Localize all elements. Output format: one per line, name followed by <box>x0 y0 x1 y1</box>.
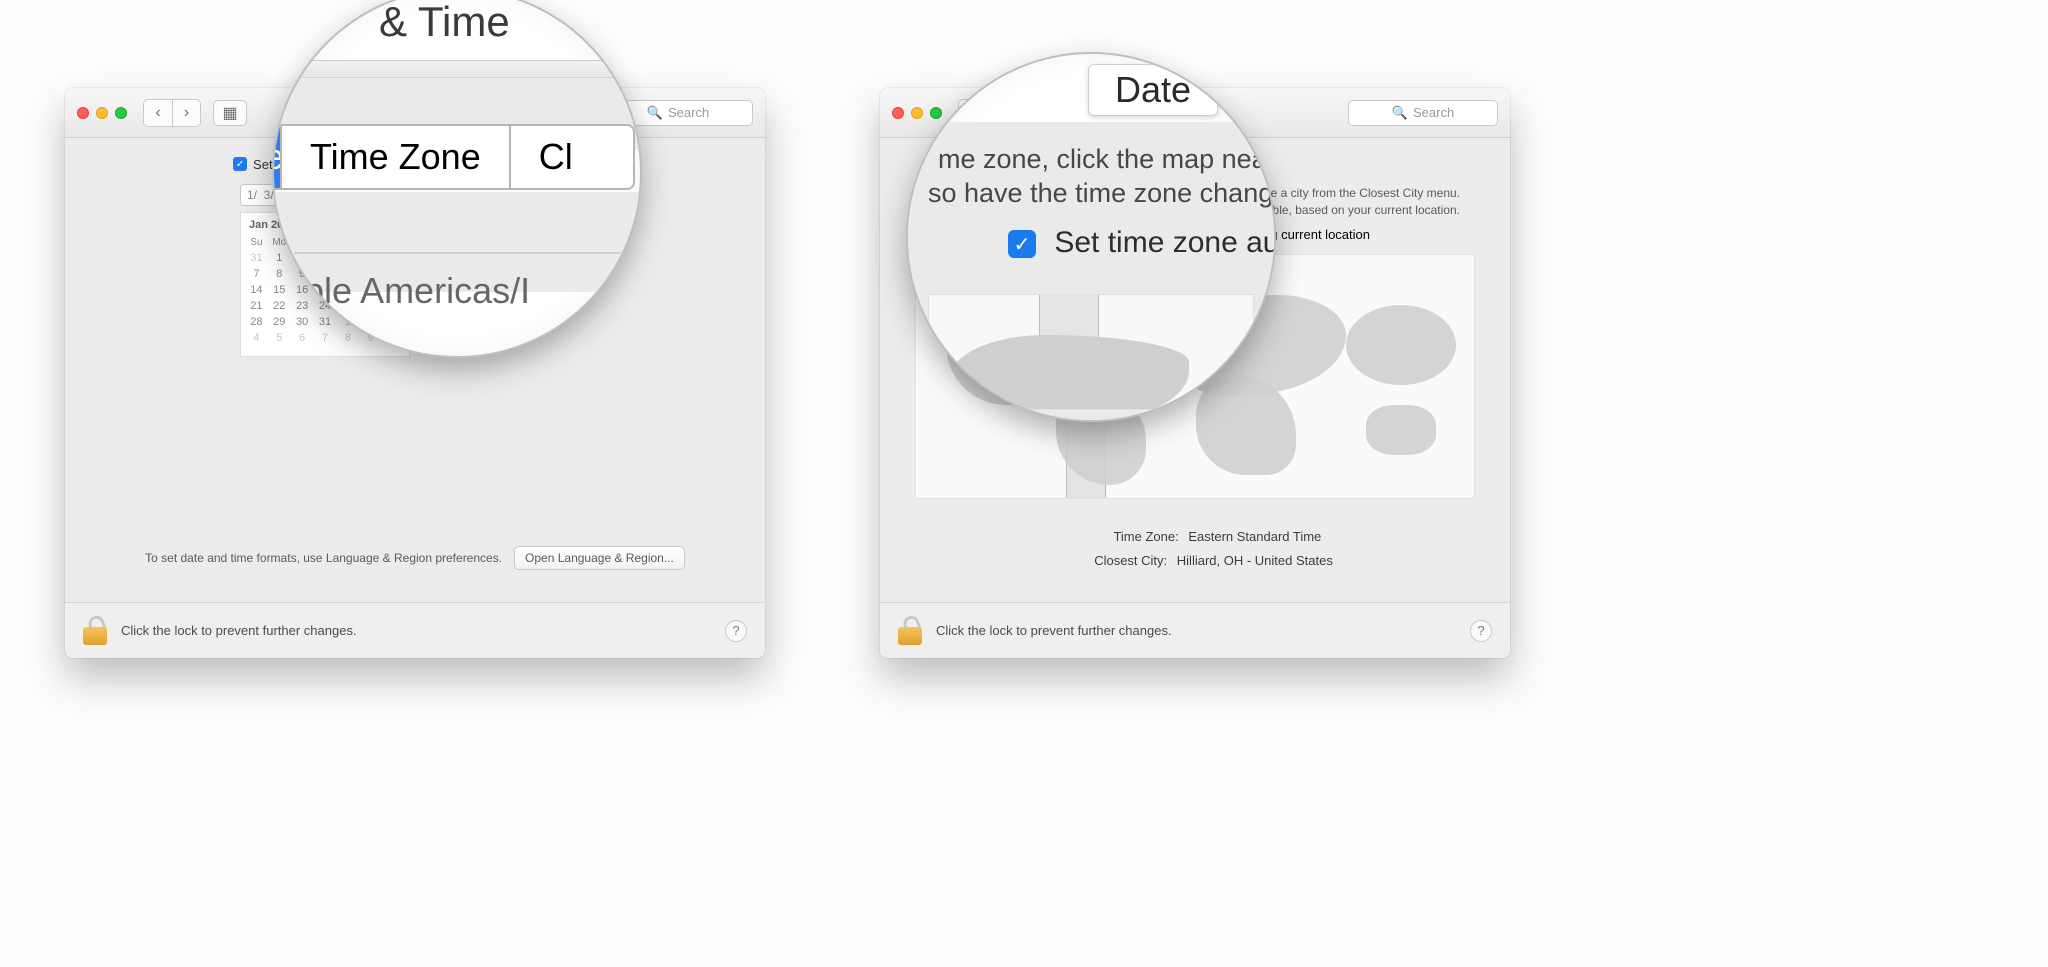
forward-button[interactable]: › <box>172 100 200 126</box>
zoom-set-tz-auto-label: Set time zone auto <box>1054 226 1276 259</box>
magnifier-left: & Time e Time Zone Cl ple Americas/I <box>272 0 642 358</box>
zoom-help-line-1: me zone, click the map near y <box>938 144 1276 175</box>
help-button[interactable]: ? <box>725 620 747 642</box>
search-icon: 🔍 <box>1392 105 1408 121</box>
nav-buttons: ‹ › <box>143 99 201 127</box>
zoom-tab-time-zone[interactable]: Time Zone <box>280 126 509 188</box>
magnifier-right: Date me zone, click the map near y so ha… <box>906 52 1276 422</box>
zoom-tab-clock-fragment[interactable]: Cl <box>509 126 633 188</box>
zoom-server-fragment: ple Americas/I <box>304 270 530 312</box>
search-placeholder: Search <box>1413 105 1454 120</box>
set-auto-checkbox[interactable]: ✓ <box>233 157 247 171</box>
lock-bar: Click the lock to prevent further change… <box>65 602 765 658</box>
back-button[interactable]: ‹ <box>144 100 172 126</box>
format-hint: To set date and time formats, use Langua… <box>145 551 502 565</box>
unlocked-lock-icon[interactable] <box>83 617 107 645</box>
set-tz-auto-label-fragment: g current location <box>1270 227 1370 242</box>
lock-bar: Click the lock to prevent further change… <box>880 602 1510 658</box>
show-all-button[interactable]: ▦ <box>213 100 247 126</box>
zoom-title-fragment: & Time <box>379 0 510 46</box>
lock-text: Click the lock to prevent further change… <box>936 623 1172 638</box>
search-placeholder: Search <box>668 105 709 120</box>
open-language-region-button[interactable]: Open Language & Region... <box>514 546 685 570</box>
search-icon: 🔍 <box>647 105 663 121</box>
help-button[interactable]: ? <box>1470 620 1492 642</box>
minimize-icon[interactable] <box>96 107 108 119</box>
zoom-icon[interactable] <box>115 107 127 119</box>
zoom-help-line-2: so have the time zone change a <box>928 178 1276 209</box>
zoom-title-fragment: Date <box>1115 69 1191 110</box>
tz-zone-label: Time Zone: <box>1069 525 1179 550</box>
zoom-set-tz-auto-checkbox[interactable]: ✓ <box>1008 230 1036 258</box>
close-icon[interactable] <box>892 107 904 119</box>
close-icon[interactable] <box>77 107 89 119</box>
tz-city-label: Closest City: <box>1057 549 1167 574</box>
tz-zone-value: Eastern Standard Time <box>1188 525 1321 550</box>
tz-city-value: Hilliard, OH - United States <box>1177 549 1333 574</box>
lock-text: Click the lock to prevent further change… <box>121 623 357 638</box>
zoom-tab-left-fragment[interactable]: e <box>272 126 280 188</box>
window-controls <box>77 107 127 119</box>
search-field[interactable]: 🔍 Search <box>1348 100 1498 126</box>
unlocked-lock-icon[interactable] <box>898 617 922 645</box>
